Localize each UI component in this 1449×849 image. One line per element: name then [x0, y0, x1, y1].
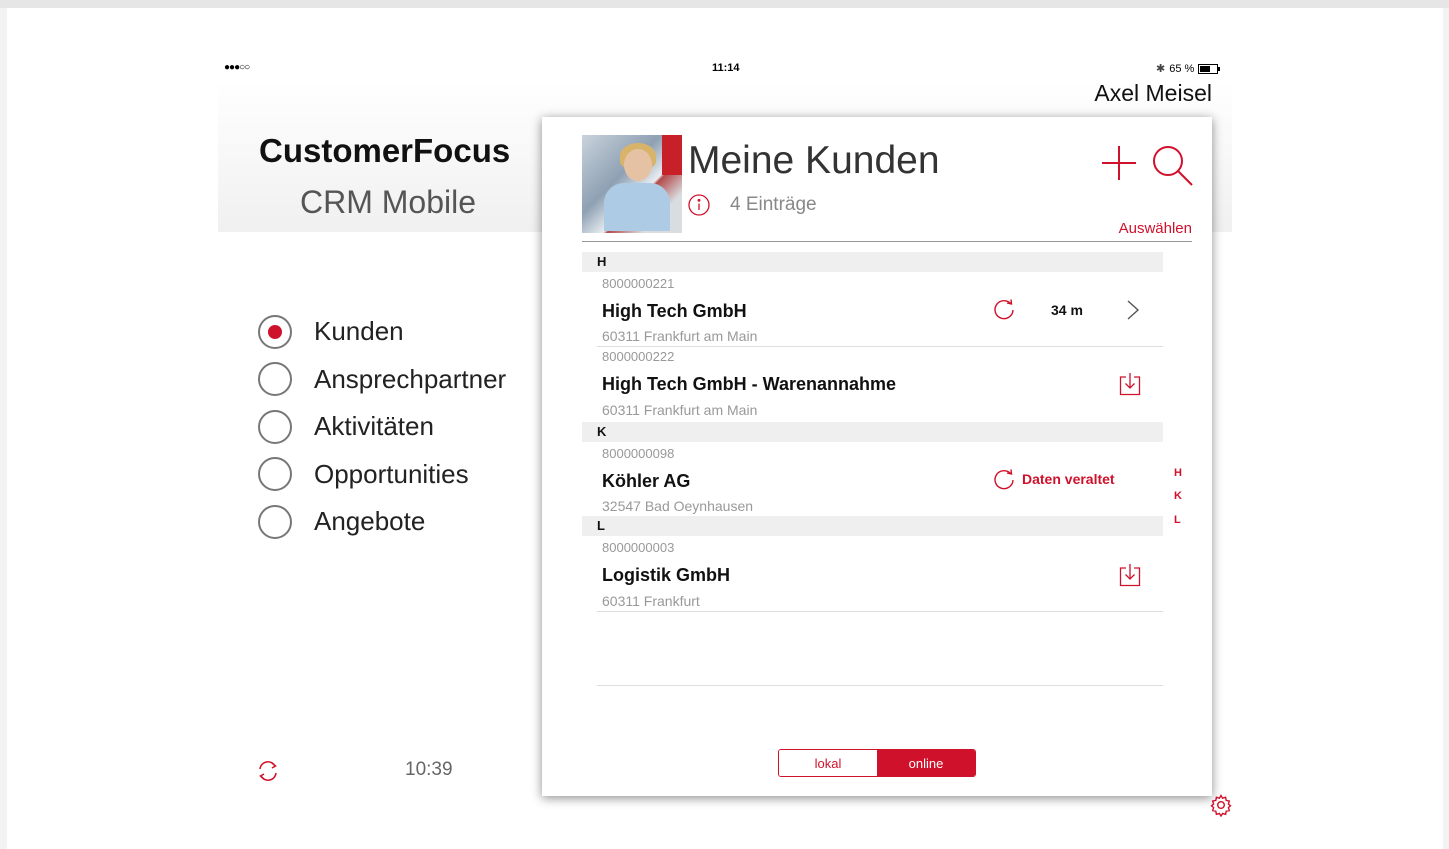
- row-separator: [597, 685, 1163, 686]
- sync-age: 34 m: [1051, 302, 1083, 318]
- sync-icon[interactable]: [255, 758, 281, 784]
- customer-number: 8000000222: [602, 349, 675, 364]
- download-icon[interactable]: [1119, 372, 1141, 396]
- nav-item-aktivitaeten[interactable]: Aktivitäten: [258, 403, 506, 451]
- nav-item-ansprechpartner[interactable]: Ansprechpartner: [258, 356, 506, 404]
- battery-indicator: ✱ 65 %: [1156, 62, 1221, 75]
- select-link[interactable]: Auswählen: [1119, 220, 1192, 237]
- section-header-l: L: [582, 516, 1163, 536]
- radio-selected-icon: [258, 314, 292, 349]
- nav-item-angebote[interactable]: Angebote: [258, 498, 506, 546]
- customer-address: 32547 Bad Oeynhausen: [602, 498, 754, 514]
- customer-number: 8000000221: [602, 276, 675, 291]
- section-header-h: H: [582, 252, 1163, 272]
- refresh-icon[interactable]: [992, 467, 1016, 491]
- battery-percent: 65 %: [1169, 62, 1195, 75]
- battery-icon: [1198, 63, 1221, 74]
- sync-time: 10:39: [405, 759, 453, 780]
- user-photo: [582, 135, 682, 233]
- customer-name[interactable]: High Tech GmbH - Warenannahme: [602, 374, 896, 395]
- nav-label: Angebote: [314, 506, 426, 537]
- lokal-segment[interactable]: lokal: [779, 750, 877, 776]
- radio-icon: [258, 504, 292, 539]
- status-time: 11:14: [712, 62, 740, 74]
- add-icon[interactable]: [1100, 144, 1138, 182]
- signal-indicator: ●●●○○: [224, 62, 250, 73]
- section-header-k: K: [582, 422, 1163, 442]
- main-nav: Kunden Ansprechpartner Aktivitäten Oppor…: [258, 308, 506, 546]
- info-icon[interactable]: [688, 194, 710, 216]
- nav-item-opportunities[interactable]: Opportunities: [258, 451, 506, 499]
- refresh-icon[interactable]: [992, 297, 1016, 321]
- download-icon[interactable]: [1119, 563, 1141, 587]
- radio-icon: [258, 409, 292, 444]
- stale-data-label: Daten veraltet: [1022, 471, 1115, 487]
- entries-count: 4 Einträge: [730, 194, 817, 215]
- customer-address: 60311 Frankfurt am Main: [602, 402, 758, 418]
- index-letter-k[interactable]: K: [1174, 490, 1182, 502]
- radio-icon: [258, 457, 292, 492]
- panel-divider: [582, 241, 1192, 242]
- app-title: CustomerFocus: [259, 132, 511, 169]
- customer-address: 60311 Frankfurt am Main: [602, 328, 758, 344]
- gear-icon[interactable]: [1209, 793, 1233, 817]
- row-separator: [597, 611, 1163, 612]
- nav-label: Kunden: [314, 316, 404, 347]
- online-segment[interactable]: online: [877, 750, 975, 776]
- customer-list-panel: Meine Kunden 4 Einträge Auswählen H 8000…: [542, 117, 1212, 796]
- customer-number: 8000000098: [602, 446, 675, 461]
- top-strip: [0, 0, 1449, 8]
- customer-address: 60311 Frankfurt: [602, 593, 700, 609]
- index-letter-h[interactable]: H: [1174, 467, 1182, 479]
- frame-right: [1443, 8, 1449, 849]
- customer-name[interactable]: Logistik GmbH: [602, 565, 730, 586]
- source-toggle: lokal online: [778, 749, 976, 777]
- radio-icon: [258, 362, 292, 397]
- chevron-right-icon[interactable]: [1126, 299, 1140, 321]
- customer-number: 8000000003: [602, 540, 675, 555]
- nav-label: Opportunities: [314, 458, 469, 489]
- app-subtitle: CRM Mobile: [300, 184, 477, 220]
- user-name[interactable]: Axel Meisel: [1094, 80, 1212, 107]
- panel-title: Meine Kunden: [688, 139, 940, 182]
- search-icon[interactable]: [1150, 143, 1194, 187]
- nav-label: Aktivitäten: [314, 411, 434, 442]
- row-separator: [597, 346, 1163, 347]
- bluetooth-icon: ✱: [1156, 63, 1166, 75]
- customer-name[interactable]: High Tech GmbH: [602, 301, 747, 322]
- nav-item-kunden[interactable]: Kunden: [258, 308, 506, 356]
- customer-name[interactable]: Köhler AG: [602, 471, 690, 492]
- index-letter-l[interactable]: L: [1174, 514, 1181, 526]
- nav-label: Ansprechpartner: [314, 363, 507, 394]
- frame-left: [0, 8, 7, 849]
